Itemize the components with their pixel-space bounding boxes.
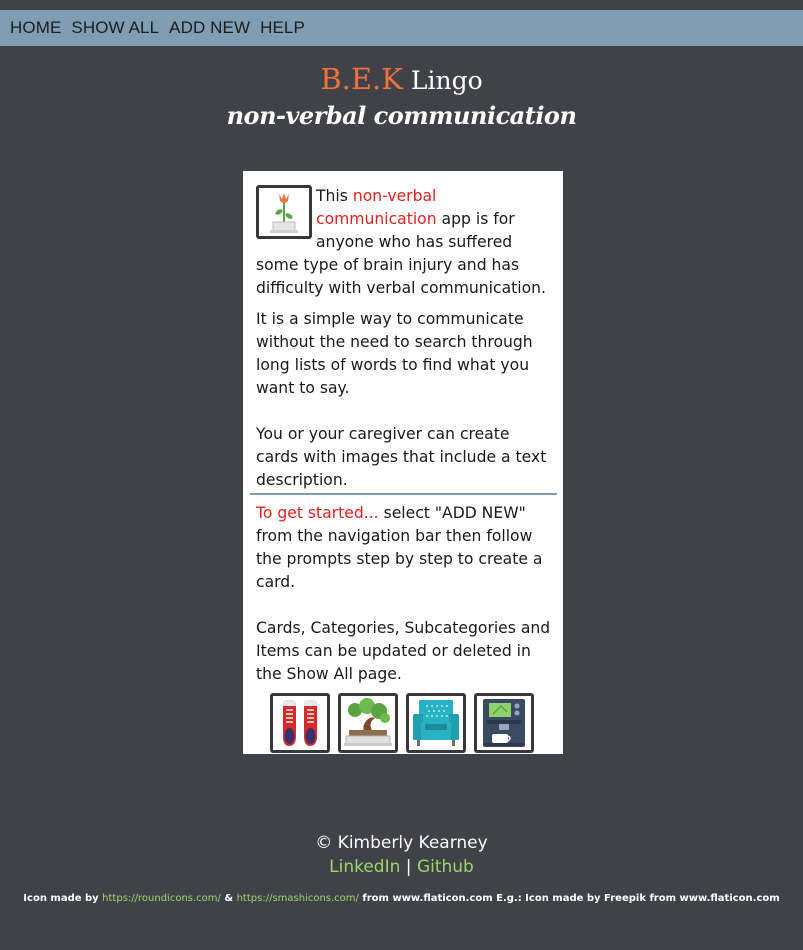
example-icons-row xyxy=(252,693,551,753)
nav-add-new-link[interactable]: ADD NEW xyxy=(169,18,250,38)
nav-help-link[interactable]: HELP xyxy=(260,18,305,38)
linkedin-link[interactable]: LinkedIn xyxy=(329,857,400,877)
app-title: B.E.K Lingo xyxy=(0,60,803,100)
nav-home-link[interactable]: HOME xyxy=(10,18,61,38)
top-strip xyxy=(0,0,803,10)
caregiver-paragraph: You or your caregiver can create cards w… xyxy=(256,425,547,489)
page-header: B.E.K Lingo non-verbal communication xyxy=(0,60,803,132)
description-paragraph: It is a simple way to communicate withou… xyxy=(256,310,533,397)
roundicons-link[interactable]: https://roundicons.com/ xyxy=(102,893,221,904)
armchair-icon xyxy=(405,693,466,753)
navigation-bar: HOME SHOW ALL ADD NEW HELP xyxy=(0,10,803,46)
plant-pot-icon xyxy=(256,185,312,239)
brand-name: Lingo xyxy=(402,66,483,95)
page-footer: © Kimberly Kearney LinkedIn | Github xyxy=(0,831,803,879)
bonsai-icon xyxy=(337,693,398,753)
intro-card: This non-verbal communication app is for… xyxy=(243,171,563,754)
link-separator: | xyxy=(405,857,412,877)
app-subtitle: non-verbal communication xyxy=(226,101,577,130)
get-started-label: To get started... xyxy=(256,504,379,522)
manage-paragraph: Cards, Categories, Subcategories and Ite… xyxy=(256,619,551,683)
footer-links: LinkedIn | Github xyxy=(0,855,803,879)
divider xyxy=(250,493,557,495)
nav-show-all-link[interactable]: SHOW ALL xyxy=(71,18,159,38)
copyright-text: © Kimberly Kearney xyxy=(315,833,488,853)
get-started-paragraph: To get started... select "ADD NEW" from … xyxy=(256,504,543,591)
coffee-machine-icon xyxy=(473,693,534,753)
smashicons-link[interactable]: https://smashicons.com/ xyxy=(237,893,359,904)
shoes-icon xyxy=(269,693,330,753)
icon-credit: Icon made by https://roundicons.com/ & h… xyxy=(23,893,780,904)
brand-initials: B.E.K xyxy=(320,62,403,96)
github-link[interactable]: Github xyxy=(417,857,474,877)
